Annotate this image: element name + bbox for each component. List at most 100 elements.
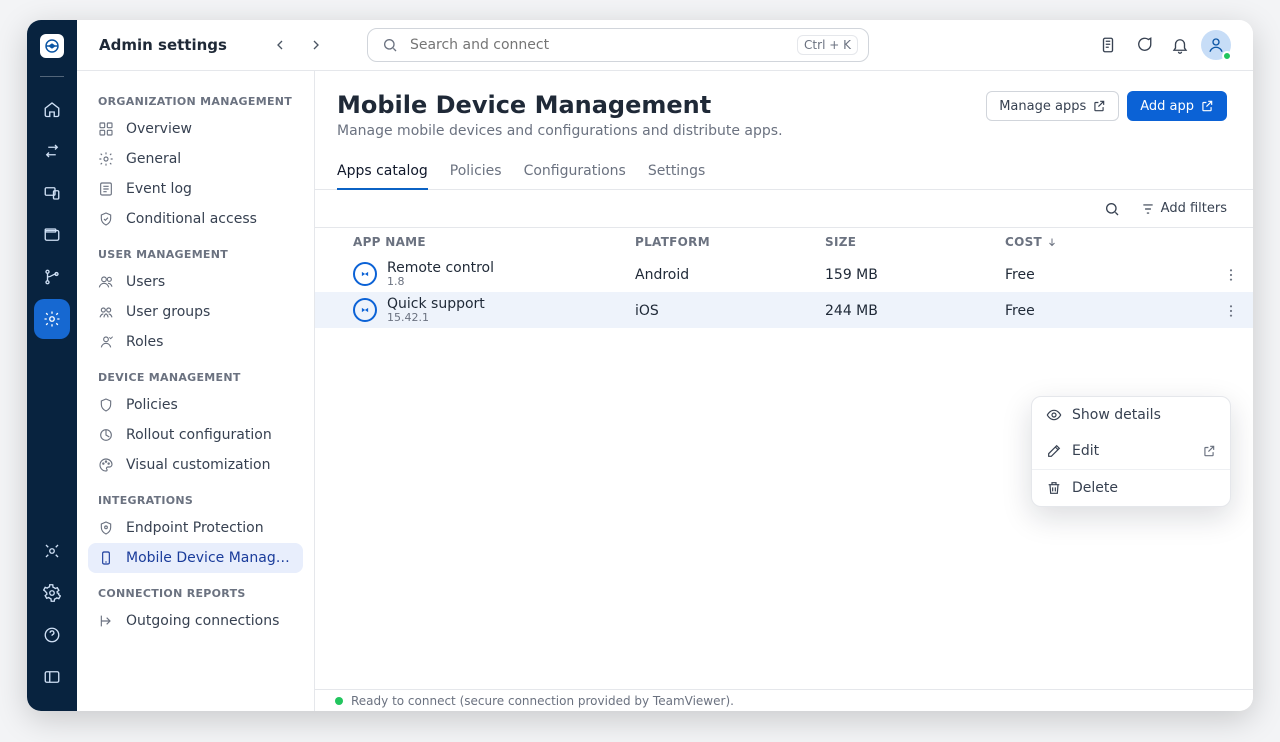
sidebar-section-label: INTEGRATIONS [88,480,303,513]
sidebar-item-label: Users [126,274,165,290]
size-cell: 244 MB [825,303,1005,319]
rollout-icon [98,427,114,443]
table-row[interactable]: Remote control1.8Android159 MBFree [315,256,1253,292]
roles-icon [98,334,114,350]
sidebar-item-label: Outgoing connections [126,613,279,629]
row-menu-button[interactable] [1205,303,1245,319]
sidebar-item-conditional-access[interactable]: Conditional access [88,204,303,234]
app-version: 1.8 [387,276,494,288]
rail-plug-icon[interactable] [34,531,70,571]
sidebar-item-policies[interactable]: Policies [88,390,303,420]
col-app-name[interactable]: APP NAME [353,235,635,249]
add-app-button[interactable]: Add app [1127,91,1227,121]
sidebar-item-overview[interactable]: Overview [88,114,303,144]
rail-home-icon[interactable] [34,89,70,129]
col-platform[interactable]: PLATFORM [635,235,825,249]
global-search[interactable]: Ctrl + K [367,28,869,62]
platform-cell: Android [635,267,825,283]
tab-apps-catalog[interactable]: Apps catalog [337,153,428,189]
sidebar-item-visual-customization[interactable]: Visual customization [88,450,303,480]
out-icon [98,613,114,629]
notes-icon[interactable] [1093,30,1123,60]
external-link-icon [1092,99,1106,113]
sidebar-item-user-groups[interactable]: User groups [88,297,303,327]
rail-help-icon[interactable] [34,615,70,655]
filter-icon [1141,202,1155,216]
trash-icon [1046,480,1062,496]
edit-icon [1046,443,1062,459]
tab-configurations[interactable]: Configurations [524,153,626,189]
eye-icon [1046,407,1062,423]
status-bar: Ready to connect (secure connection prov… [315,689,1253,711]
sidebar-item-mobile-device-managem[interactable]: Mobile Device Managem… [88,543,303,573]
shield-icon [98,397,114,413]
sidebar-item-label: Mobile Device Managem… [126,550,293,566]
tab-settings[interactable]: Settings [648,153,705,189]
dropdown-delete[interactable]: Delete [1032,470,1230,506]
rail-gear-icon[interactable] [34,573,70,613]
sidebar-item-users[interactable]: Users [88,267,303,297]
status-text: Ready to connect (secure connection prov… [351,694,734,708]
rail-branches-icon[interactable] [34,257,70,297]
sidebar-section-label: CONNECTION REPORTS [88,573,303,606]
sidebar-item-label: User groups [126,304,210,320]
users-icon [98,274,114,290]
sidebar-item-label: Policies [126,397,178,413]
groups-icon [98,304,114,320]
dropdown-edit[interactable]: Edit [1032,433,1230,469]
presence-dot [1222,51,1232,61]
sidebar-item-roles[interactable]: Roles [88,327,303,357]
table-header: APP NAME PLATFORM SIZE COST [315,228,1253,256]
nav-back-button[interactable] [265,30,295,60]
lock-icon [98,211,114,227]
rail-swap-icon[interactable] [34,131,70,171]
sidebar-section-label: ORGANIZATION MANAGEMENT [88,81,303,114]
sidebar: ORGANIZATION MANAGEMENTOverviewGeneralEv… [77,71,315,711]
manage-apps-button[interactable]: Manage apps [986,91,1119,121]
row-menu-button[interactable] [1205,267,1245,283]
page-subtitle: Manage mobile devices and configurations… [337,123,783,139]
sidebar-item-outgoing-connections[interactable]: Outgoing connections [88,606,303,636]
cost-cell: Free [1005,303,1205,319]
sidebar-section-label: USER MANAGEMENT [88,234,303,267]
dropdown-show-details[interactable]: Show details [1032,397,1230,433]
chat-icon[interactable] [1129,30,1159,60]
add-filters-button[interactable]: Add filters [1133,197,1235,220]
sort-desc-icon [1046,236,1058,248]
platform-cell: iOS [635,303,825,319]
mdm-icon [98,550,114,566]
search-icon [382,37,398,53]
user-avatar[interactable] [1201,30,1231,60]
bell-icon[interactable] [1165,30,1195,60]
search-input[interactable] [408,36,797,54]
sidebar-item-event-log[interactable]: Event log [88,174,303,204]
rail-settings-icon[interactable] [34,299,70,339]
app-version: 15.42.1 [387,312,485,324]
rail-wallet-icon[interactable] [34,215,70,255]
search-shortcut: Ctrl + K [797,35,858,55]
app-name-cell: Quick support15.42.1 [353,297,635,324]
shield2-icon [98,520,114,536]
gear-icon [98,151,114,167]
app-icon [353,262,377,286]
nav-forward-button[interactable] [301,30,331,60]
col-cost[interactable]: COST [1005,235,1205,249]
external-link-icon [1200,99,1214,113]
col-size[interactable]: SIZE [825,235,1005,249]
app-name: Remote control [387,261,494,276]
dashboard-icon [98,121,114,137]
table-search-button[interactable] [1097,194,1127,224]
tab-policies[interactable]: Policies [450,153,502,189]
sidebar-item-label: Roles [126,334,163,350]
sidebar-section-label: DEVICE MANAGEMENT [88,357,303,390]
rail-devices-icon[interactable] [34,173,70,213]
app-logo [40,34,64,58]
external-link-icon [1202,444,1216,458]
table-row[interactable]: Quick support15.42.1iOS244 MBFree [315,292,1253,328]
sidebar-item-endpoint-protection[interactable]: Endpoint Protection [88,513,303,543]
rail-panel-icon[interactable] [34,657,70,697]
sidebar-item-general[interactable]: General [88,144,303,174]
app-name: Quick support [387,297,485,312]
sidebar-item-label: Conditional access [126,211,257,227]
sidebar-item-rollout-configuration[interactable]: Rollout configuration [88,420,303,450]
